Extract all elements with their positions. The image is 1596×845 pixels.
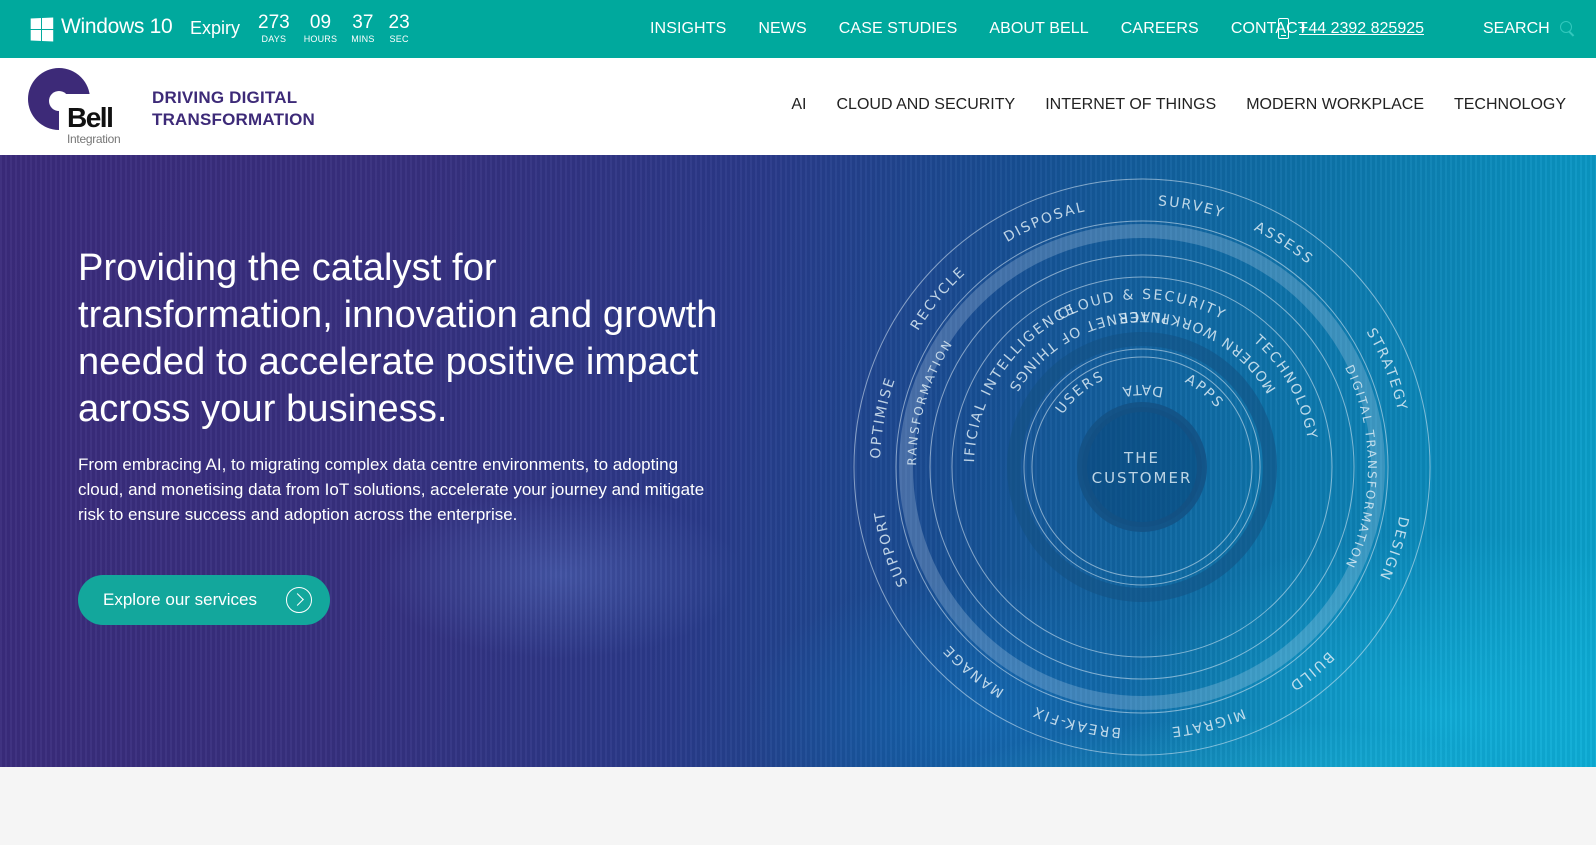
- site-header: Bell Integration DRIVING DIGITAL TRANSFO…: [0, 58, 1596, 155]
- top-nav: INSIGHTS NEWS CASE STUDIES ABOUT BELL CA…: [650, 20, 1340, 38]
- countdown: 273 DAYS 09 HOURS 37 MINS 23 SEC: [258, 12, 424, 45]
- center-label-line1: THE: [1123, 449, 1160, 467]
- search-icon: [1559, 21, 1576, 37]
- bell-integration-logo[interactable]: Bell Integration: [28, 68, 128, 148]
- main-nav: AI CLOUD AND SECURITY INTERNET OF THINGS…: [761, 96, 1566, 114]
- countdown-value: 273: [258, 12, 290, 33]
- countdown-value: 09: [309, 12, 332, 33]
- countdown-mins: 37 MINS: [351, 12, 374, 45]
- tagline-line2: TRANSFORMATION: [152, 110, 316, 129]
- chevron-right-circle-icon: [286, 587, 312, 613]
- countdown-unit: HOURS: [303, 34, 338, 44]
- tagline: DRIVING DIGITAL TRANSFORMATION: [152, 87, 315, 131]
- hero-title: Providing the catalyst for transformatio…: [78, 247, 718, 430]
- top-nav-careers[interactable]: CAREERS: [1121, 20, 1199, 38]
- outer-stage-label: BREAK-FIX: [1030, 702, 1122, 740]
- countdown-days: 273 DAYS: [258, 12, 290, 45]
- logo-mark-dot: [49, 91, 69, 111]
- main-nav-cloud-security[interactable]: CLOUD AND SECURITY: [837, 96, 1016, 114]
- countdown-value: 37: [352, 12, 374, 33]
- hero-description: From embracing AI, to migrating complex …: [78, 455, 705, 524]
- main-nav-iot[interactable]: INTERNET OF THINGS: [1045, 96, 1216, 114]
- countdown-unit: DAYS: [261, 34, 287, 44]
- windows-logo-icon: [30, 17, 54, 42]
- os-title: Windows 10: [61, 15, 173, 38]
- logo-subtext: Integration: [67, 132, 121, 146]
- cta-label: Explore our services: [103, 590, 258, 609]
- outer-stage-label: OPTIMISE: [868, 375, 899, 460]
- top-nav-news[interactable]: NEWS: [758, 20, 806, 38]
- hero-banner: Providing the catalyst for transformatio…: [0, 155, 1596, 767]
- search-label: SEARCH: [1483, 20, 1550, 37]
- mobile-phone-icon: [1278, 18, 1289, 39]
- inner-segment-label: DATA: [1119, 381, 1164, 400]
- transformation-wheel-diagram: THE CUSTOMER SURVEYASSESSSTRATEGYDESIGNB…: [842, 167, 1431, 756]
- countdown-unit: SEC: [389, 34, 409, 44]
- phone-link[interactable]: +44 2392 825925: [1299, 20, 1424, 38]
- tagline-line1: DRIVING DIGITAL: [152, 88, 298, 107]
- main-nav-modern-workplace[interactable]: MODERN WORKPLACE: [1246, 96, 1424, 114]
- top-nav-about-bell[interactable]: ABOUT BELL: [989, 20, 1088, 38]
- top-nav-case-studies[interactable]: CASE STUDIES: [839, 20, 958, 38]
- main-nav-ai[interactable]: AI: [791, 96, 806, 114]
- center-label-line2: CUSTOMER: [1092, 469, 1193, 487]
- countdown-value: 23: [388, 12, 410, 33]
- ring-label-left: DIGITAL TRANSFORMATION: [842, 167, 956, 466]
- countdown-hours: 09 HOURS: [304, 12, 338, 45]
- top-nav-insights[interactable]: INSIGHTS: [650, 20, 726, 38]
- content-area-start: [0, 767, 1596, 845]
- top-bar: Windows 10 Expiry 273 DAYS 09 HOURS 37 MINS…: [0, 0, 1596, 58]
- explore-services-button[interactable]: Explore our services: [78, 575, 330, 625]
- expiry-label: Expiry: [190, 18, 241, 38]
- wheel-rings: [853, 178, 1431, 756]
- countdown-unit: MINS: [351, 34, 375, 44]
- countdown-sec: 23 SEC: [389, 12, 410, 45]
- inner-segment-label: APPS: [1182, 371, 1226, 412]
- phone-contact: +44 2392 825925: [1278, 18, 1424, 39]
- outer-stage-label: SURVEY: [1157, 193, 1227, 221]
- logo-wordmark: Bell: [67, 102, 114, 133]
- search-button[interactable]: SEARCH: [1483, 20, 1576, 38]
- main-nav-technology[interactable]: TECHNOLOGY: [1454, 96, 1566, 114]
- center-circle: [1077, 402, 1207, 532]
